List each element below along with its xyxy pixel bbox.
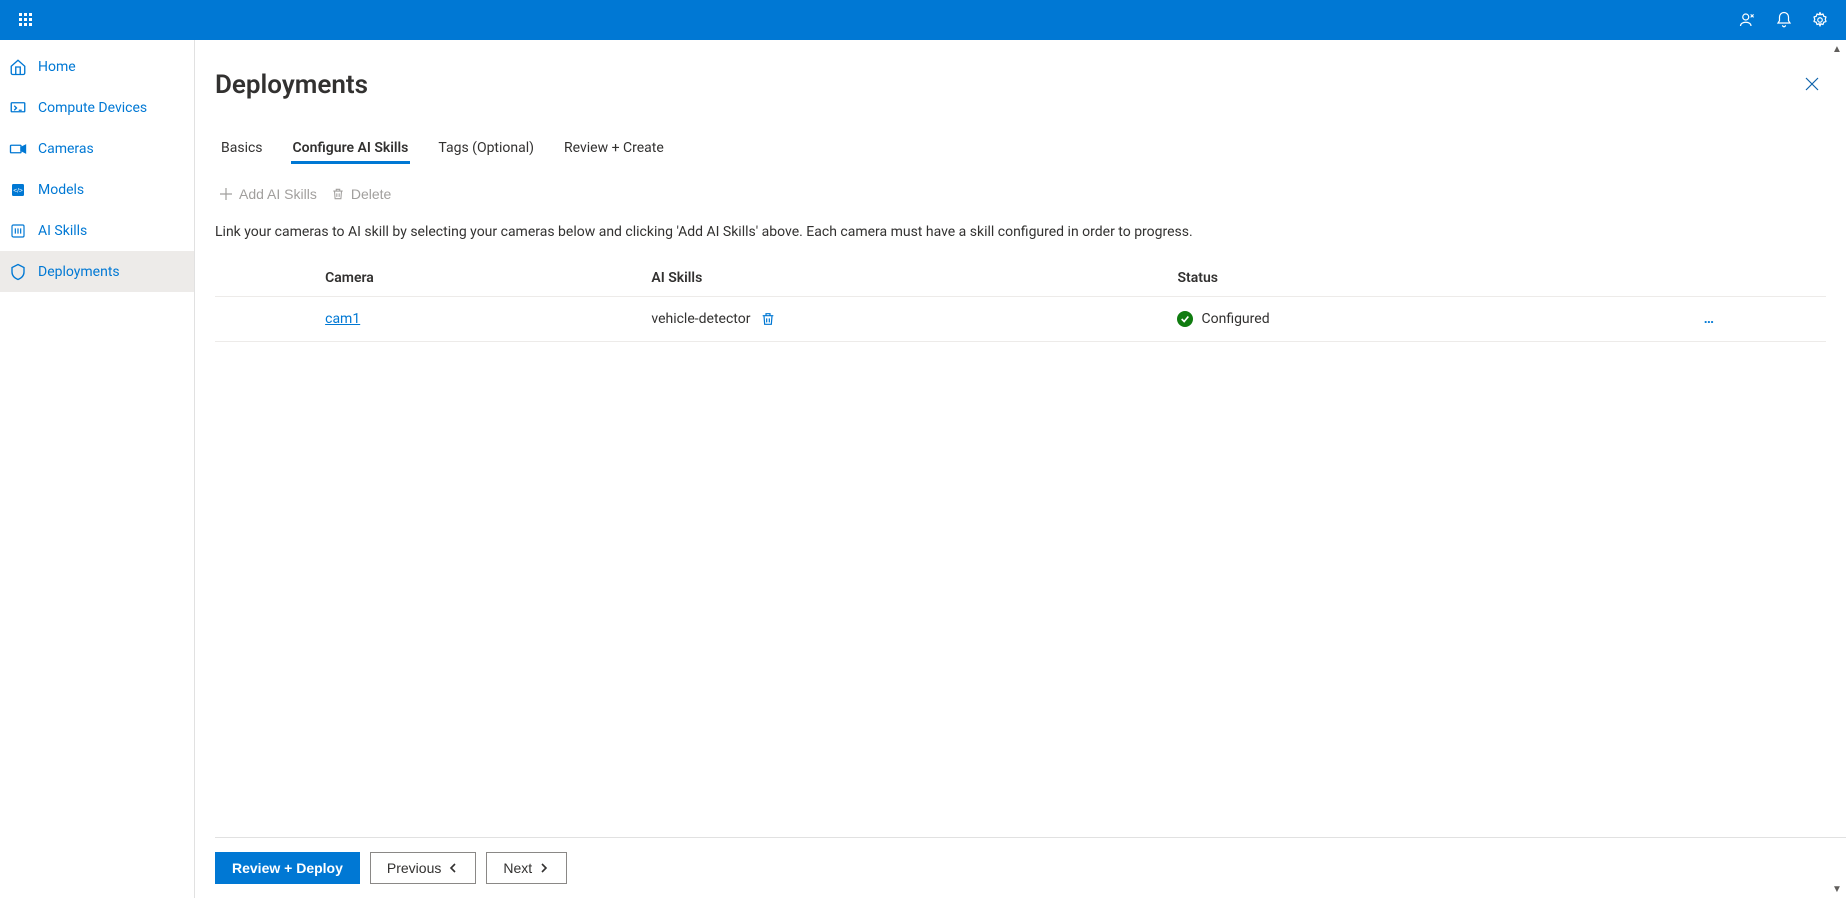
remove-skill-button[interactable] xyxy=(760,311,776,327)
top-header-bar xyxy=(0,0,1846,40)
help-text: Link your cameras to AI skill by selecti… xyxy=(215,224,1826,240)
settings-gear-icon[interactable] xyxy=(1804,4,1836,36)
tab-configure-ai-skills[interactable]: Configure AI Skills xyxy=(291,134,411,164)
sidebar-item-deployments[interactable]: Deployments xyxy=(0,251,194,292)
skill-name: vehicle-detector xyxy=(651,311,750,327)
sidebar-item-label: Deployments xyxy=(38,264,120,280)
plus-icon xyxy=(219,187,233,201)
feedback-icon[interactable] xyxy=(1732,4,1764,36)
table-header-ai-skills: AI Skills xyxy=(651,260,1177,297)
command-toolbar: Add AI Skills Delete xyxy=(215,186,1826,202)
sidebar-item-label: Compute Devices xyxy=(38,100,147,116)
model-icon: </> xyxy=(8,180,28,200)
table-header-camera: Camera xyxy=(325,260,651,297)
compute-device-icon xyxy=(8,98,28,118)
scroll-down-arrow[interactable]: ▼ xyxy=(1830,882,1844,896)
sidebar-item-label: Home xyxy=(38,59,76,75)
sidebar-item-label: Models xyxy=(38,182,84,198)
next-button[interactable]: Next xyxy=(486,852,567,884)
tab-basics[interactable]: Basics xyxy=(219,134,265,164)
camera-icon xyxy=(8,139,28,159)
deployment-icon xyxy=(8,262,28,282)
success-check-icon xyxy=(1177,311,1193,327)
trash-icon xyxy=(331,187,345,201)
camera-link[interactable]: cam1 xyxy=(325,311,360,327)
table-header-status: Status xyxy=(1177,260,1703,297)
main-content-area: Deployments Basics Configure AI Skills T… xyxy=(195,40,1846,837)
camera-skill-table: Camera AI Skills Status cam1 xyxy=(215,260,1826,342)
sidebar-item-label: Cameras xyxy=(38,141,94,157)
ai-skills-icon xyxy=(8,221,28,241)
sidebar-nav: Home Compute Devices Cameras </> Models … xyxy=(0,40,195,898)
chevron-left-icon xyxy=(447,862,459,874)
chevron-right-icon xyxy=(538,862,550,874)
page-title: Deployments xyxy=(215,70,368,100)
status-label: Configured xyxy=(1201,311,1269,327)
sidebar-item-models[interactable]: </> Models xyxy=(0,169,194,210)
wizard-tabs: Basics Configure AI Skills Tags (Optiona… xyxy=(215,134,1826,164)
sidebar-item-label: AI Skills xyxy=(38,223,87,239)
sidebar-item-ai-skills[interactable]: AI Skills xyxy=(0,210,194,251)
sidebar-item-cameras[interactable]: Cameras xyxy=(0,128,194,169)
notifications-icon[interactable] xyxy=(1768,4,1800,36)
tab-review-create[interactable]: Review + Create xyxy=(562,134,666,164)
sidebar-item-compute-devices[interactable]: Compute Devices xyxy=(0,87,194,128)
close-panel-button[interactable] xyxy=(1798,70,1826,98)
review-deploy-button[interactable]: Review + Deploy xyxy=(215,852,360,884)
sidebar-item-home[interactable]: Home xyxy=(0,46,194,87)
home-icon xyxy=(8,57,28,77)
table-header-select xyxy=(215,260,325,297)
row-more-actions-button[interactable]: … xyxy=(1704,311,1715,327)
previous-button[interactable]: Previous xyxy=(370,852,476,884)
delete-button[interactable]: Delete xyxy=(331,186,391,202)
tab-tags[interactable]: Tags (Optional) xyxy=(436,134,536,164)
svg-text:</>: </> xyxy=(13,187,23,194)
wizard-footer: Review + Deploy Previous Next xyxy=(215,837,1846,898)
waffle-menu-icon[interactable] xyxy=(10,4,42,36)
table-row: cam1 vehicle-detector xyxy=(215,297,1826,342)
add-ai-skills-button[interactable]: Add AI Skills xyxy=(219,186,317,202)
table-header-actions xyxy=(1704,260,1826,297)
